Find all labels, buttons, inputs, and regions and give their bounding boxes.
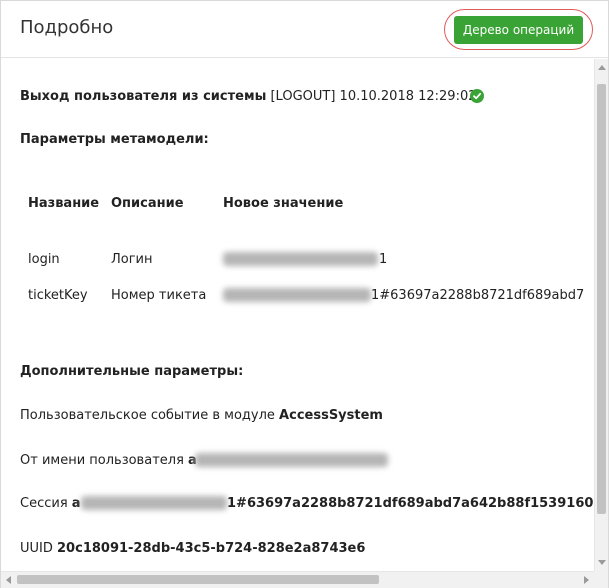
column-header-description: Описание bbox=[111, 196, 184, 211]
check-circle-icon bbox=[470, 89, 484, 103]
param-description-login: Логин bbox=[111, 252, 153, 267]
session-line: Сессия a bbox=[20, 496, 81, 511]
event-title: Выход пользователя из системы bbox=[20, 89, 267, 104]
user-prefix: От имени пользователя bbox=[20, 453, 184, 468]
redacted-value bbox=[81, 496, 227, 510]
module-name: AccessSystem bbox=[279, 408, 383, 423]
scroll-down-icon[interactable] bbox=[598, 560, 606, 565]
module-line: Пользовательское событие в модуле Access… bbox=[20, 408, 383, 423]
panel-header: Подробно Дерево операций bbox=[1, 1, 608, 58]
horizontal-scroll-thumb[interactable] bbox=[17, 575, 379, 584]
session-prefix: Сессия bbox=[20, 496, 68, 511]
param-value-login-tail: 1 bbox=[379, 252, 388, 267]
event-datetime: 10.10.2018 12:29:02 bbox=[339, 89, 477, 104]
tree-button-highlight: Дерево операций bbox=[444, 9, 593, 50]
redacted-value bbox=[195, 453, 388, 467]
metamodel-section-title: Параметры метамодели: bbox=[20, 132, 209, 147]
param-name-ticketkey: ticketKey bbox=[28, 288, 88, 303]
event-heading: Выход пользователя из системы [LOGOUT] 1… bbox=[20, 89, 477, 104]
scrollbar-corner bbox=[594, 571, 608, 588]
user-line: От имени пользователя a bbox=[20, 453, 197, 468]
scroll-left-icon[interactable] bbox=[6, 576, 11, 584]
session-value-start: a bbox=[71, 496, 81, 511]
vertical-scroll-thumb[interactable] bbox=[597, 84, 606, 514]
uuid-prefix: UUID bbox=[20, 541, 53, 556]
session-value-tail: 1#63697a2288b8721df689abd7a642b88f153916… bbox=[227, 496, 594, 511]
redacted-value bbox=[223, 252, 378, 266]
param-name-login: login bbox=[28, 252, 60, 267]
details-panel: Подробно Дерево операций Выход пользоват… bbox=[0, 0, 609, 588]
scroll-up-icon[interactable] bbox=[598, 65, 606, 70]
extra-section-title: Дополнительные параметры: bbox=[20, 364, 244, 379]
horizontal-scrollbar[interactable] bbox=[1, 571, 594, 588]
redacted-value bbox=[223, 288, 371, 302]
module-prefix: Пользовательское событие в модуле bbox=[20, 408, 275, 423]
column-header-new-value: Новое значение bbox=[223, 196, 344, 211]
uuid-line: UUID 20c18091-28db-43c5-b724-828e2a8743e… bbox=[20, 541, 365, 556]
param-value-ticketkey-tail: 1#63697a2288b8721df689abd7 bbox=[371, 288, 585, 303]
event-code: [LOGOUT] bbox=[270, 89, 336, 104]
param-description-ticketkey: Номер тикета bbox=[111, 288, 207, 303]
uuid-value: 20c18091-28db-43c5-b724-828e2a8743e6 bbox=[57, 541, 366, 556]
vertical-scrollbar[interactable] bbox=[594, 59, 608, 571]
panel-content: Выход пользователя из системы [LOGOUT] 1… bbox=[1, 59, 594, 571]
column-header-name: Название bbox=[28, 196, 100, 211]
operation-tree-button[interactable]: Дерево операций bbox=[454, 16, 583, 44]
panel-title: Подробно bbox=[20, 17, 114, 38]
scroll-right-icon[interactable] bbox=[584, 576, 589, 584]
